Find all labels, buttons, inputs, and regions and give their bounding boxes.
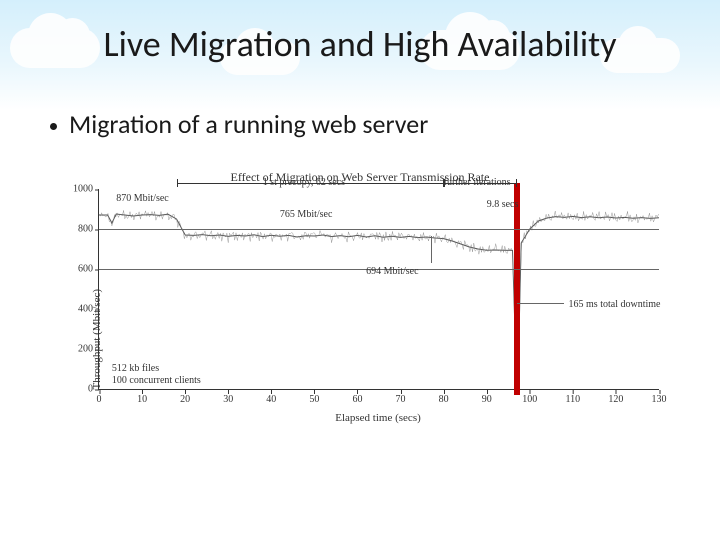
y-tick-label: 0 <box>61 384 93 395</box>
chart-container: Effect of Migration on Web Server Transm… <box>60 170 660 450</box>
x-tick-label: 10 <box>137 394 147 405</box>
annotation-downtime: 165 ms total downtime <box>569 299 661 310</box>
x-tick-label: 30 <box>223 394 233 405</box>
gridline <box>99 229 659 230</box>
x-tick-label: 130 <box>652 394 667 405</box>
annotation-765: 765 Mbit/sec <box>280 209 333 220</box>
y-tick-label: 1000 <box>61 184 93 195</box>
chart-note-filesize: 512 kb files <box>112 363 159 374</box>
bullet-text: Migration of a running web server <box>69 108 428 140</box>
y-tick-label: 400 <box>61 304 93 315</box>
migration-downtime-marker <box>514 183 520 395</box>
x-tick-label: 100 <box>522 394 537 405</box>
x-tick-label: 0 <box>97 394 102 405</box>
bullet-item: Migration of a running web server <box>50 108 428 140</box>
chart-plot-area: Throughput (Mbit/sec) 020040060080010000… <box>98 189 659 390</box>
chart-line-series <box>99 189 659 389</box>
annotation-694: 694 Mbit/sec <box>366 266 419 277</box>
leader-line <box>517 303 564 304</box>
leader-line <box>431 236 432 263</box>
chart-note-clients: 100 concurrent clients <box>112 375 201 386</box>
slide-title: Live Migration and High Availability <box>0 22 720 66</box>
x-tick-label: 40 <box>266 394 276 405</box>
x-tick-label: 120 <box>608 394 623 405</box>
annotation-precopy: 1 st precopy, 62 secs <box>263 177 345 188</box>
x-axis-label: Elapsed time (secs) <box>98 412 658 424</box>
x-tick-label: 80 <box>439 394 449 405</box>
annotation-further: further iterations <box>444 177 511 188</box>
y-tick-label: 600 <box>61 264 93 275</box>
x-tick-label: 70 <box>396 394 406 405</box>
y-tick-label: 200 <box>61 344 93 355</box>
x-tick-label: 110 <box>566 394 581 405</box>
x-tick-label: 20 <box>180 394 190 405</box>
x-tick-label: 60 <box>352 394 362 405</box>
annotation-870: 870 Mbit/sec <box>116 193 169 204</box>
x-tick-label: 90 <box>482 394 492 405</box>
x-tick-label: 50 <box>309 394 319 405</box>
y-tick-label: 800 <box>61 224 93 235</box>
bullet-dot-icon <box>50 123 57 130</box>
annotation-9p8: 9.8 secs <box>487 199 519 210</box>
